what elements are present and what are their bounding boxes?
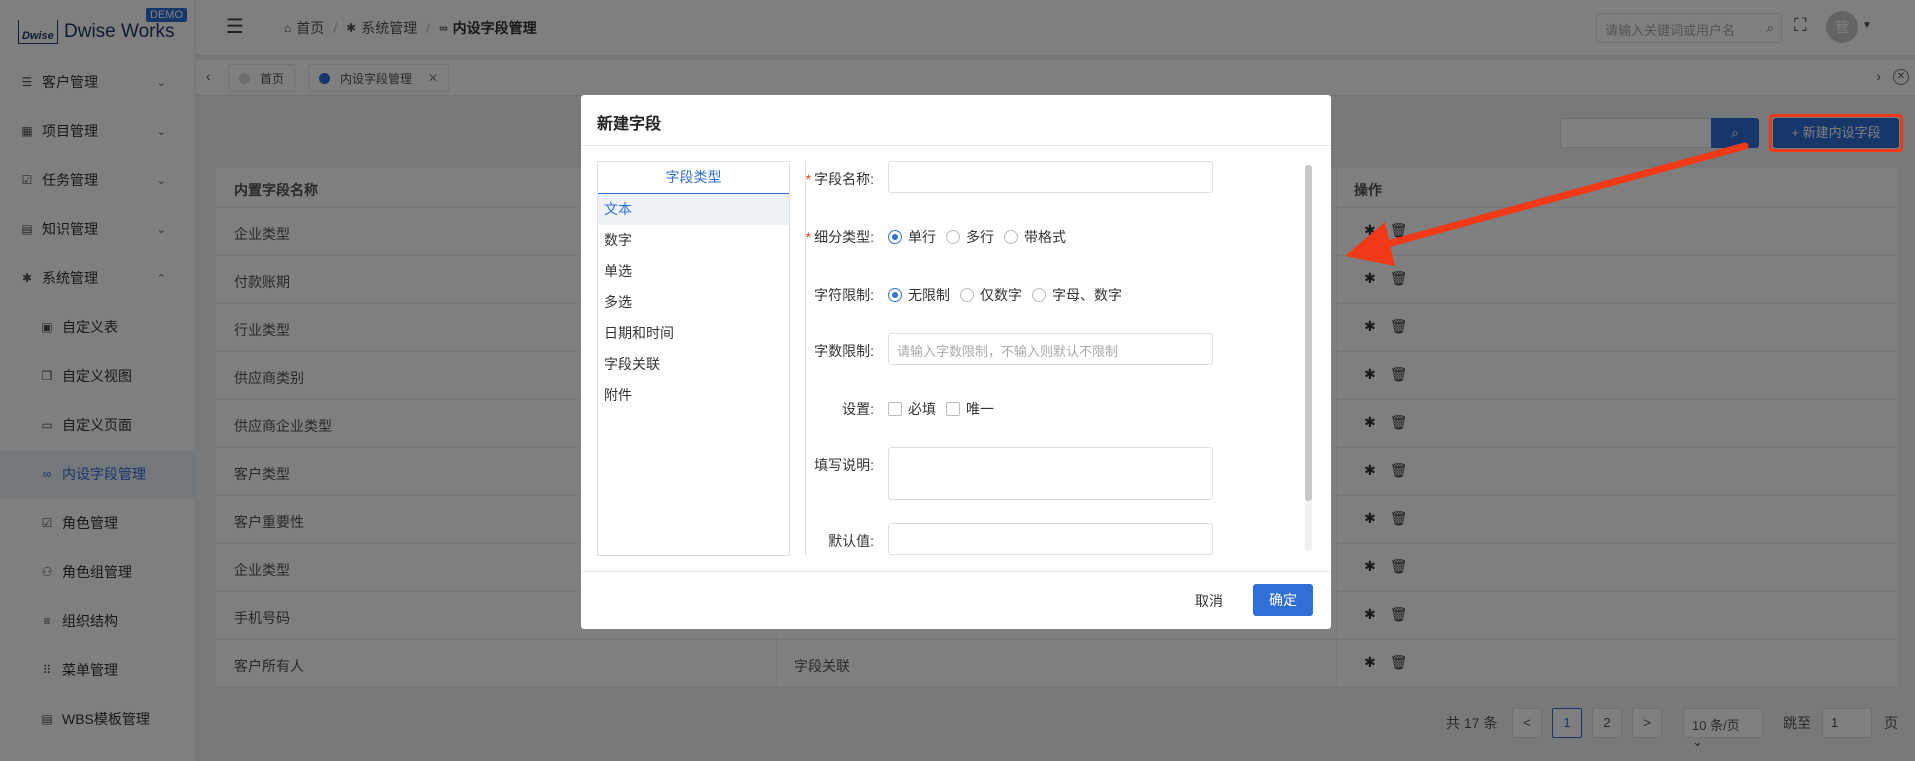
field-form: * 字段名称: * 细分类型: 单行 多行 带格式 字符限制: 无限制 仅数字 字母… [806,161,1306,556]
word-limit-input[interactable]: 请输入字数限制，不输入则默认不限制 [888,333,1213,365]
field-type-relation[interactable]: 字段关联 [598,349,789,380]
field-name-input[interactable] [888,161,1213,193]
char-limit-alnum-radio[interactable]: 字母、数字 [1032,285,1122,305]
radio-unchecked [1032,288,1046,302]
field-type-single-select[interactable]: 单选 [598,256,789,287]
char-limit-none-radio[interactable]: 无限制 [888,285,950,305]
checkbox-label: 唯一 [966,401,994,417]
unique-checkbox[interactable]: 唯一 [946,399,994,419]
word-limit-label: 字数限制: [814,343,874,359]
radio-unchecked [1004,230,1018,244]
field-type-list: 字段类型 文本 数字 单选 多选 日期和时间 字段关联 附件 [597,161,790,556]
default-value-label: 默认值: [828,533,874,549]
radio-label: 无限制 [908,287,950,303]
divider [581,571,1331,572]
checkbox-unchecked [888,402,902,416]
radio-label: 仅数字 [980,287,1022,303]
required-checkbox[interactable]: 必填 [888,399,936,419]
radio-label: 单行 [908,229,936,245]
required-mark: * [806,171,812,187]
checkbox-unchecked [946,402,960,416]
radio-label: 字母、数字 [1052,287,1122,303]
cancel-button[interactable]: 取消 [1185,585,1233,617]
char-limit-radio-group: 无限制 仅数字 字母、数字 [888,285,1132,305]
description-textarea[interactable] [888,447,1213,500]
radio-checked [888,230,902,244]
subtype-label: * 细分类型: [806,227,874,247]
field-type-header: 字段类型 [598,162,789,194]
placeholder: 请输入字数限制，不输入则默认不限制 [897,344,1119,359]
radio-unchecked [946,230,960,244]
subtype-radio-group: 单行 多行 带格式 [888,227,1076,247]
settings-checkbox-group: 必填 唯一 [888,399,1004,419]
confirm-button[interactable]: 确定 [1253,584,1313,616]
radio-label: 带格式 [1024,229,1066,245]
default-value-input[interactable] [888,523,1213,555]
divider [581,145,1331,146]
label-text: 细分类型: [814,229,874,245]
field-type-number[interactable]: 数字 [598,225,789,256]
subtype-multi-line-radio[interactable]: 多行 [946,227,994,247]
char-limit-label: 字符限制: [814,287,874,303]
field-type-datetime[interactable]: 日期和时间 [598,318,789,349]
subtype-single-line-radio[interactable]: 单行 [888,227,936,247]
settings-label: 设置: [842,401,874,417]
field-type-text[interactable]: 文本 [598,194,789,225]
field-name-label: * 字段名称: [806,169,874,189]
required-mark: * [806,229,812,245]
radio-label: 多行 [966,229,994,245]
subtype-rich-text-radio[interactable]: 带格式 [1004,227,1066,247]
new-field-dialog: 新建字段 字段类型 文本 数字 单选 多选 日期和时间 字段关联 附件 * 字段名… [581,95,1331,629]
char-limit-digits-radio[interactable]: 仅数字 [960,285,1022,305]
form-scrollbar[interactable] [1305,165,1312,551]
dialog-title: 新建字段 [597,116,662,133]
field-type-attachment[interactable]: 附件 [598,380,789,411]
radio-unchecked [960,288,974,302]
label-text: 字段名称: [814,171,874,187]
scrollbar-thumb[interactable] [1305,165,1312,501]
radio-checked [888,288,902,302]
annotation-highlight-box [1769,114,1903,152]
checkbox-label: 必填 [908,401,936,417]
field-type-multi-select[interactable]: 多选 [598,287,789,318]
description-label: 填写说明: [814,457,874,473]
